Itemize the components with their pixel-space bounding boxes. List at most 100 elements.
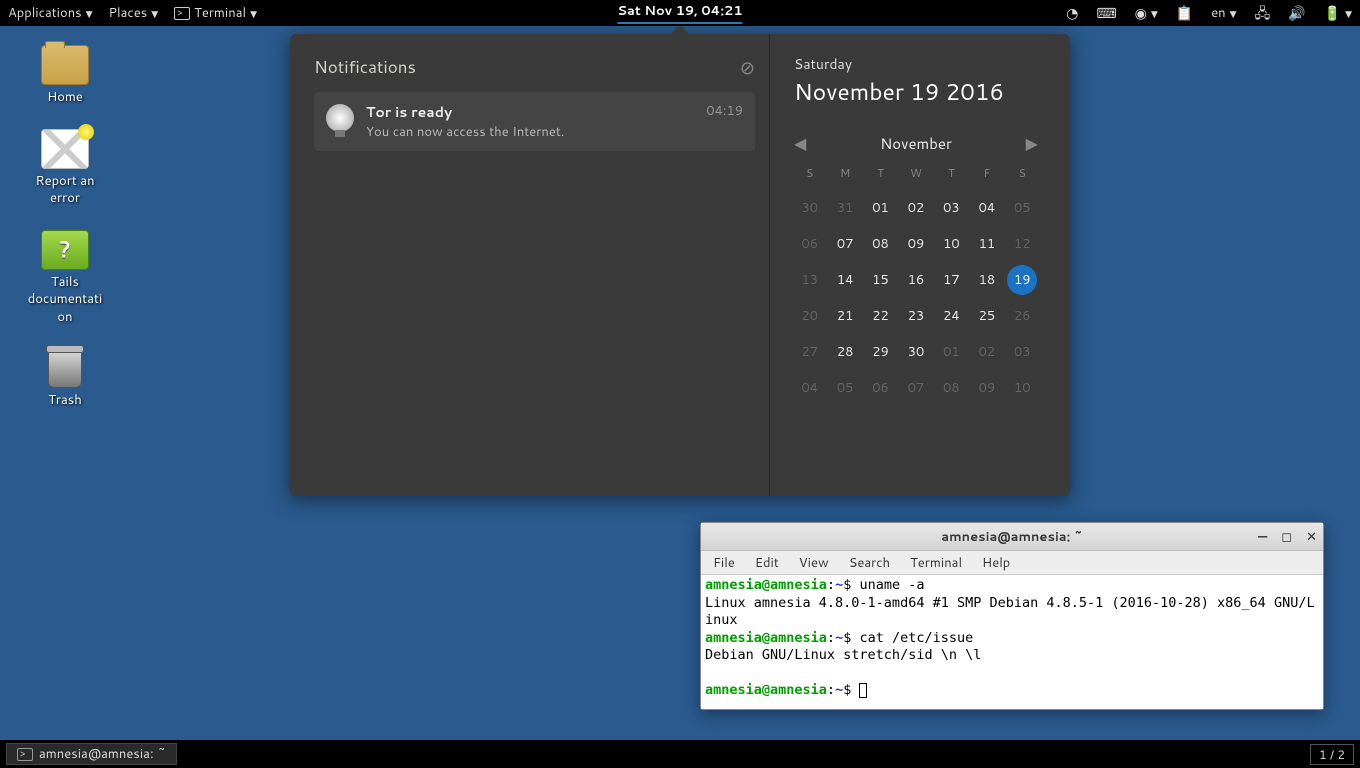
calendar-day[interactable]: 03 (936, 193, 967, 223)
calendar-weekday: T (936, 165, 967, 187)
lightbulb-icon (326, 104, 354, 132)
desktop-icon-trash[interactable]: Trash (20, 348, 110, 410)
maximize-button[interactable]: ◻ (1281, 528, 1292, 546)
calendar-day[interactable]: 29 (865, 337, 896, 367)
terminal-titlebar[interactable]: amnesia@amnesia: ~ — ◻ ✕ (701, 523, 1323, 551)
calendar-month-label: November (880, 133, 952, 154)
notification-title: Tor is ready (366, 102, 694, 122)
calendar-day[interactable]: 08 (865, 229, 896, 259)
taskbar-item-terminal[interactable]: amnesia@amnesia: ~ (6, 743, 177, 765)
terminal-window: amnesia@amnesia: ~ — ◻ ✕ File Edit View … (700, 522, 1324, 710)
applications-menu[interactable]: Applications ▼ (8, 4, 93, 22)
calendar-day[interactable]: 08 (936, 373, 967, 403)
icon-label: Tails documentati on (20, 274, 110, 327)
calendar-weekday: M (829, 165, 860, 187)
calendar-day[interactable]: 16 (900, 265, 931, 295)
terminal-app-menu[interactable]: Terminal ▼ (174, 4, 257, 22)
term-menu-terminal[interactable]: Terminal (910, 554, 962, 572)
calendar-day[interactable]: 24 (936, 301, 967, 331)
clipboard-icon[interactable]: 📋 (1176, 6, 1193, 20)
calendar-day[interactable]: 04 (971, 193, 1002, 223)
calendar-day[interactable]: 15 (865, 265, 896, 295)
calendar-day[interactable]: 30 (900, 337, 931, 367)
calendar-day[interactable]: 05 (1007, 193, 1038, 223)
term-menu-file[interactable]: File (713, 554, 735, 572)
caret-icon: ▼ (86, 7, 93, 20)
minimize-button[interactable]: — (1258, 528, 1267, 546)
calendar-day[interactable]: 18 (971, 265, 1002, 295)
top-menu: Applications ▼ Places ▼ Terminal ▼ (8, 4, 257, 22)
power-menu[interactable]: 🔋 ▼ (1324, 6, 1352, 20)
calendar-day[interactable]: 19 (1007, 265, 1037, 295)
top-bar: Applications ▼ Places ▼ Terminal ▼ Sat N… (0, 0, 1360, 26)
calendar-day[interactable]: 02 (900, 193, 931, 223)
desktop: Home Report an error Tails documentati o… (20, 45, 110, 432)
calendar-day[interactable]: 17 (936, 265, 967, 295)
calendar-day[interactable]: 20 (794, 301, 825, 331)
taskbar-item-label: amnesia@amnesia: ~ (39, 745, 166, 763)
calendar-day[interactable]: 01 (936, 337, 967, 367)
calendar-weekday: S (1007, 165, 1038, 187)
calendar-day[interactable]: 31 (829, 193, 860, 223)
accessibility-menu[interactable]: ◉ ▼ (1135, 6, 1158, 20)
calendar-day[interactable]: 05 (829, 373, 860, 403)
calendar-day[interactable]: 04 (794, 373, 825, 403)
calendar-weekday: W (900, 165, 931, 187)
applications-label: Applications (8, 4, 82, 22)
calendar-day[interactable]: 14 (829, 265, 860, 295)
notification-body: You can now access the Internet. (366, 123, 694, 141)
notifications-column: Notifications ⊘ Tor is ready You can now… (290, 34, 770, 496)
calendar-day[interactable]: 27 (794, 337, 825, 367)
calendar-day[interactable]: 07 (829, 229, 860, 259)
calendar-day[interactable]: 07 (900, 373, 931, 403)
workspace-indicator[interactable]: 1 / 2 (1310, 744, 1354, 765)
network-icon[interactable]: 🖧 (1255, 6, 1271, 20)
term-menu-help[interactable]: Help (982, 554, 1010, 572)
calendar-weekday: T (865, 165, 896, 187)
terminal-icon (174, 7, 190, 20)
term-menu-view[interactable]: View (799, 554, 829, 572)
calendar-day[interactable]: 06 (794, 229, 825, 259)
calendar-day[interactable]: 26 (1007, 301, 1038, 331)
close-button[interactable]: ✕ (1306, 528, 1317, 546)
calendar-day[interactable]: 13 (794, 265, 825, 295)
calendar-day[interactable]: 01 (865, 193, 896, 223)
onion-icon[interactable]: ◔ (1066, 6, 1078, 20)
calendar-day[interactable]: 11 (971, 229, 1002, 259)
clear-notifications-icon[interactable]: ⊘ (740, 54, 755, 80)
calendar-day[interactable]: 02 (971, 337, 1002, 367)
caret-icon: ▼ (1345, 7, 1352, 20)
calendar-day[interactable]: 06 (865, 373, 896, 403)
notification-item[interactable]: Tor is ready You can now access the Inte… (314, 92, 755, 151)
calendar-day[interactable]: 25 (971, 301, 1002, 331)
places-menu[interactable]: Places ▼ (109, 4, 159, 22)
desktop-icon-home[interactable]: Home (20, 45, 110, 107)
calendar-day[interactable]: 22 (865, 301, 896, 331)
calendar-day[interactable]: 03 (1007, 337, 1038, 367)
calendar-day[interactable]: 10 (936, 229, 967, 259)
term-menu-edit[interactable]: Edit (755, 554, 779, 572)
icon-label: Home (20, 89, 110, 107)
calendar-day[interactable]: 23 (900, 301, 931, 331)
desktop-icon-report-error[interactable]: Report an error (20, 129, 110, 208)
volume-icon[interactable]: 🔊 (1288, 6, 1305, 20)
calendar-day[interactable]: 10 (1007, 373, 1038, 403)
calendar-day[interactable]: 28 (829, 337, 860, 367)
calendar-day[interactable]: 30 (794, 193, 825, 223)
clock-button[interactable]: Sat Nov 19, 04:21 (617, 2, 742, 24)
next-month-button[interactable]: ▶ (1026, 132, 1038, 155)
calendar-day[interactable]: 12 (1007, 229, 1038, 259)
language-menu[interactable]: en ▼ (1211, 4, 1236, 22)
desktop-icon-tails-doc[interactable]: Tails documentati on (20, 230, 110, 327)
calendar-day[interactable]: 09 (971, 373, 1002, 403)
term-menu-search[interactable]: Search (849, 554, 890, 572)
terminal-title: amnesia@amnesia: ~ (941, 528, 1082, 546)
terminal-body[interactable]: amnesia@amnesia:~$ uname -a Linux amnesi… (701, 575, 1323, 709)
calendar-dayname: Saturday (794, 54, 1038, 74)
calendar-weekday: S (794, 165, 825, 187)
calendar-day[interactable]: 09 (900, 229, 931, 259)
prev-month-button[interactable]: ◀ (794, 132, 806, 155)
keyboard-icon[interactable]: ⌨ (1096, 6, 1116, 20)
calendar-day[interactable]: 21 (829, 301, 860, 331)
bottom-bar: amnesia@amnesia: ~ 1 / 2 (0, 740, 1360, 768)
